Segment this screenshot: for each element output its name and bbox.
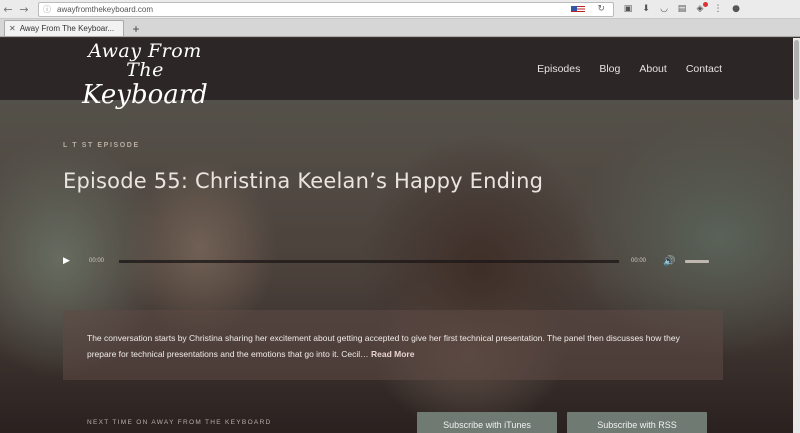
tab-bar: ✕ Away From The Keyboar... + — [0, 19, 800, 37]
progress-track[interactable] — [119, 259, 619, 263]
forward-arrow-icon: → — [19, 2, 29, 16]
audio-player: ▶ 00:00 00:00 🔊 — [63, 254, 723, 268]
nav-episodes[interactable]: Episodes — [537, 63, 580, 75]
download-icon[interactable]: ⬇ — [640, 4, 652, 14]
volume-icon[interactable]: 🔊 — [663, 256, 675, 267]
current-time: 00:00 — [89, 258, 105, 264]
addon-icon[interactable]: ◈ — [694, 2, 708, 14]
duration: 00:00 — [631, 258, 647, 264]
nav-blog[interactable]: Blog — [599, 63, 620, 75]
site-logo[interactable]: Away From The Keyboard — [70, 40, 220, 110]
tab-title: Away From The Keyboar... — [19, 24, 115, 33]
address-bar[interactable]: ⓘ awayfromthekeyboard.com ↻ — [38, 1, 614, 17]
scrollbar[interactable] — [793, 38, 800, 433]
logo-line2: Keyboard — [82, 80, 208, 110]
episode-title: Episode 55: Christina Keelan’s Happy End… — [63, 169, 544, 193]
logo-line1: Away From The — [88, 40, 202, 81]
pocket-icon[interactable]: ◡ — [658, 4, 670, 14]
nav-about[interactable]: About — [639, 63, 666, 75]
nav-contact[interactable]: Contact — [686, 63, 722, 75]
tab-close-icon[interactable]: ✕ — [9, 24, 16, 33]
tab-active[interactable]: ✕ Away From The Keyboar... — [4, 20, 124, 36]
subscribe-rss-button[interactable]: Subscribe with RSS — [567, 412, 707, 433]
toolbar-icons: ▣ ⬇ ◡ ▤ ◈ ⋮ ● — [622, 2, 742, 14]
forward-button[interactable]: → — [16, 1, 32, 17]
site-info-icon[interactable]: ⓘ — [43, 4, 51, 15]
read-more-link[interactable]: Read More — [371, 349, 414, 359]
new-tab-button[interactable]: + — [128, 22, 144, 36]
main-nav: Episodes Blog About Contact — [537, 63, 722, 75]
reload-icon[interactable]: ↻ — [597, 4, 605, 14]
page: Away From The Keyboard Episodes Blog Abo… — [0, 38, 800, 433]
subscribe-itunes-button[interactable]: Subscribe with iTunes — [417, 412, 557, 433]
save-icon[interactable]: ▣ — [622, 4, 634, 14]
description-text: The conversation starts by Christina sha… — [87, 330, 699, 362]
profile-icon[interactable]: ● — [730, 4, 742, 14]
back-arrow-icon: ← — [3, 2, 13, 16]
next-time-label: NEXT TIME ON AWAY FROM THE KEYBOARD — [87, 419, 272, 426]
extension-icon[interactable]: ▤ — [676, 4, 688, 14]
flag-icon — [571, 5, 585, 14]
play-icon[interactable]: ▶ — [63, 256, 73, 266]
site-header: Away From The Keyboard Episodes Blog Abo… — [0, 38, 800, 108]
scrollbar-thumb[interactable] — [794, 40, 799, 100]
menu-dots-icon[interactable]: ⋮ — [712, 4, 724, 14]
url-text: awayfromthekeyboard.com — [57, 4, 154, 14]
latest-episode-label: L T ST EPISODE — [63, 142, 140, 149]
episode-description: The conversation starts by Christina sha… — [63, 310, 723, 380]
browser-toolbar: ← → ⓘ awayfromthekeyboard.com ↻ ▣ ⬇ ◡ ▤ … — [0, 0, 800, 19]
back-button[interactable]: ← — [0, 1, 16, 17]
volume-slider[interactable] — [685, 259, 710, 263]
